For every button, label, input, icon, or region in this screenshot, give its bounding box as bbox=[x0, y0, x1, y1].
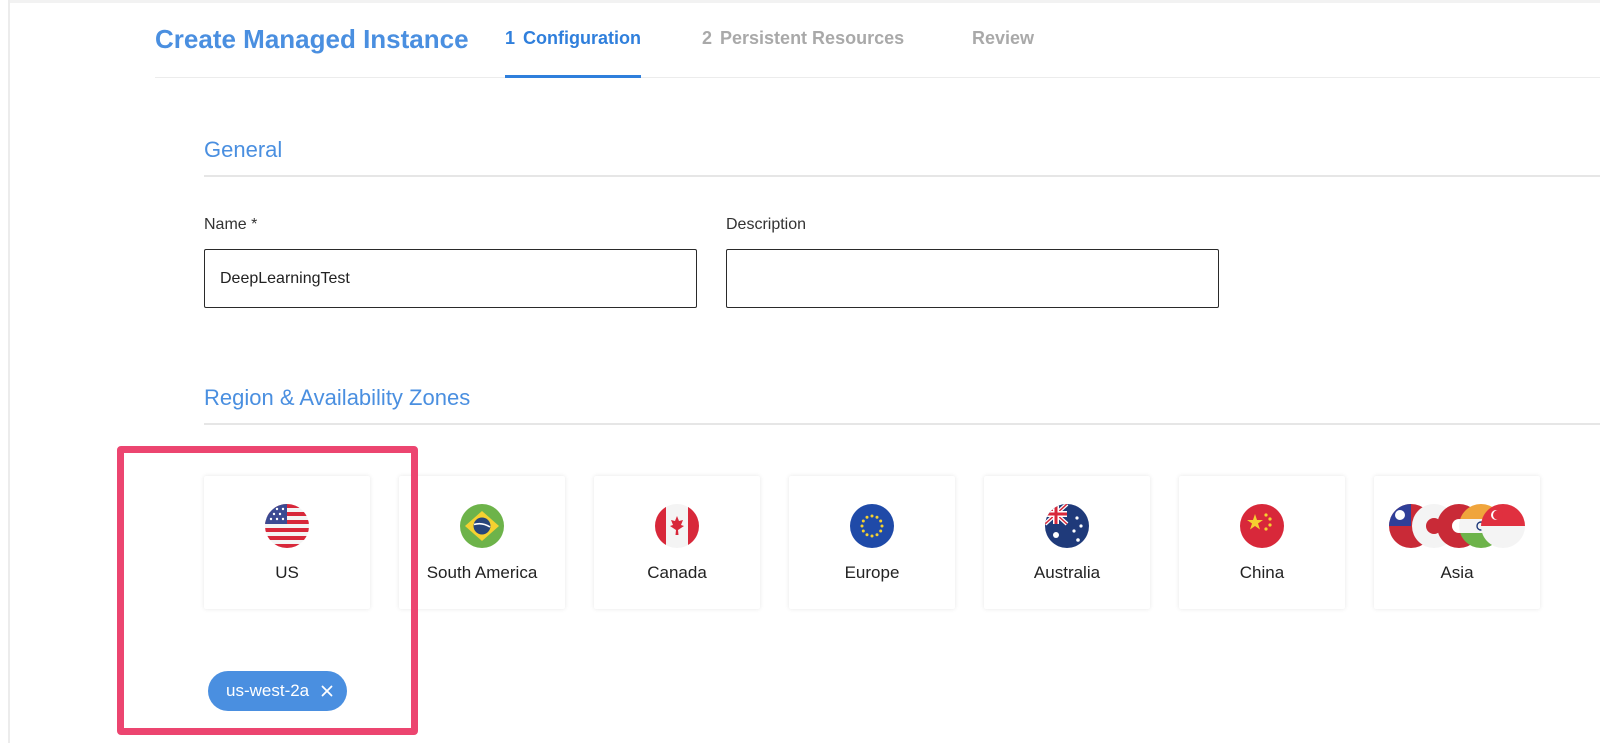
region-card-australia[interactable]: Australia bbox=[984, 476, 1150, 609]
us-flag-icon bbox=[265, 504, 309, 553]
tab-review[interactable]: Review bbox=[972, 28, 1034, 78]
tab-step-number: 1 bbox=[505, 28, 516, 48]
region-card-canada[interactable]: Canada bbox=[594, 476, 760, 609]
name-label: Name * bbox=[204, 216, 258, 233]
general-section-divider bbox=[204, 175, 1600, 177]
zone-chip-us-west-2a[interactable]: us-west-2a bbox=[208, 671, 348, 711]
tab-label: Configuration bbox=[523, 28, 641, 48]
region-card-asia[interactable]: Asia bbox=[1374, 476, 1540, 609]
asia-flags-icon bbox=[1389, 504, 1525, 553]
tab-label: Persistent Resources bbox=[720, 28, 905, 48]
description-label: Description bbox=[726, 216, 807, 233]
region-label: Canada bbox=[647, 563, 707, 582]
region-section-divider bbox=[204, 423, 1600, 425]
canada-flag-icon bbox=[655, 504, 699, 553]
wizard-header: Create Managed Instance 1 Configuration 2… bbox=[155, 0, 1600, 78]
tab-label: Review bbox=[972, 28, 1035, 48]
description-input[interactable] bbox=[726, 249, 1219, 308]
region-label: Europe bbox=[844, 563, 900, 582]
brazil-flag-icon bbox=[460, 504, 504, 553]
eu-flag-icon bbox=[850, 504, 894, 553]
name-input[interactable] bbox=[204, 249, 697, 308]
close-icon[interactable] bbox=[321, 685, 333, 697]
tab-configuration[interactable]: 1 Configuration bbox=[505, 28, 641, 78]
region-card-south-america[interactable]: South America bbox=[399, 476, 565, 609]
page-title: Create Managed Instance bbox=[155, 24, 469, 54]
region-label: South America bbox=[426, 563, 538, 582]
region-section-title: Region & Availability Zones bbox=[204, 385, 471, 410]
left-border bbox=[8, 0, 10, 743]
region-label: China bbox=[1239, 563, 1285, 582]
region-card-europe[interactable]: Europe bbox=[789, 476, 955, 609]
tab-persistent-resources[interactable]: 2 Persistent Resources bbox=[702, 28, 904, 78]
china-flag-icon bbox=[1240, 504, 1284, 553]
region-label: US bbox=[275, 563, 299, 582]
region-card-china[interactable]: China bbox=[1179, 476, 1345, 609]
region-label: Australia bbox=[1033, 563, 1101, 582]
general-section-title: General bbox=[204, 137, 283, 162]
zone-chip-label: us-west-2a bbox=[226, 681, 310, 700]
australia-flag-icon bbox=[1045, 504, 1089, 553]
region-label: Asia bbox=[1440, 563, 1474, 582]
region-card-us[interactable]: US bbox=[204, 476, 370, 609]
tab-step-number: 2 bbox=[702, 28, 713, 48]
